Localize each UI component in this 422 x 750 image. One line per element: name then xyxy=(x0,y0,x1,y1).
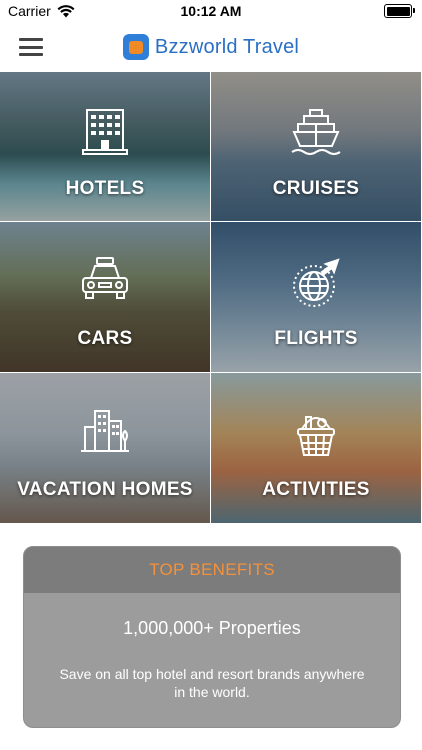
category-label: CRUISES xyxy=(272,178,360,199)
top-benefits-panel: TOP BENEFITS 1,000,000+ Properties Save … xyxy=(23,546,401,728)
benefits-title: TOP BENEFITS xyxy=(24,547,400,593)
category-tile-vacation-homes[interactable]: VACATION HOMES xyxy=(0,373,211,524)
category-label: ACTIVITIES xyxy=(262,479,370,500)
benefits-description: Save on all top hotel and resort brands … xyxy=(59,666,365,700)
city-buildings-icon xyxy=(81,410,129,452)
hotel-building-icon xyxy=(82,109,128,155)
globe-plane-icon xyxy=(293,258,340,307)
brand[interactable]: Bzzworld Travel xyxy=(122,34,300,60)
category-label: FLIGHTS xyxy=(274,328,358,349)
hamburger-menu-icon[interactable] xyxy=(19,38,43,56)
category-label: VACATION HOMES xyxy=(17,479,193,500)
category-tile-flights[interactable]: FLIGHTS xyxy=(211,222,422,373)
picnic-basket-icon xyxy=(297,416,335,456)
category-label: CARS xyxy=(77,328,133,349)
category-label: HOTELS xyxy=(65,178,145,199)
status-bar: Carrier 10:12 AM xyxy=(0,0,422,22)
top-nav-bar: Bzzworld Travel xyxy=(0,22,422,72)
category-tile-activities[interactable]: ACTIVITIES xyxy=(211,373,422,524)
category-tile-hotels[interactable]: HOTELS xyxy=(0,72,211,222)
bag-logo-icon xyxy=(122,34,149,60)
battery-icon xyxy=(384,4,415,18)
category-tile-cars[interactable]: CARS xyxy=(0,222,211,373)
status-time: 10:12 AM xyxy=(180,3,242,19)
cruise-ship-icon xyxy=(291,109,341,155)
category-grid: HOTELS CRUISES CARS FLIGHTS VACATION HOM… xyxy=(0,72,422,524)
brand-name: Bzzworld Travel xyxy=(154,35,300,58)
benefits-headline: 1,000,000+ Properties xyxy=(123,618,301,638)
taxi-car-icon xyxy=(82,257,128,299)
category-tile-cruises[interactable]: CRUISES xyxy=(211,72,422,222)
